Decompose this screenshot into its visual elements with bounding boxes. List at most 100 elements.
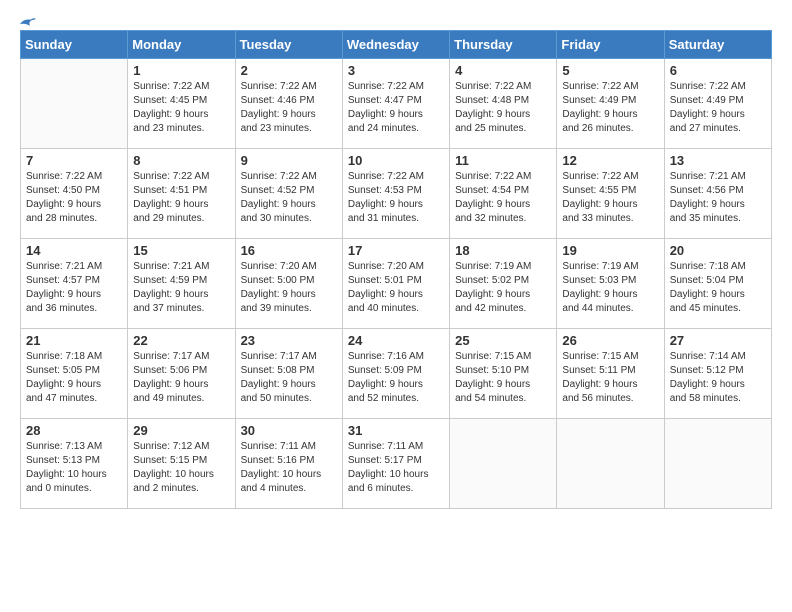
- calendar-cell: 16 Sunrise: 7:20 AM Sunset: 5:00 PM Dayli…: [235, 239, 342, 329]
- calendar-cell: 20Sunrise: 7:18 AM Sunset: 5:04 PM Dayli…: [664, 239, 771, 329]
- cell-content: Sunrise: 7:22 AM Sunset: 4:48 PM Dayligh…: [455, 80, 551, 136]
- calendar-cell: 9 Sunrise: 7:22 AM Sunset: 4:52 PM Daylig…: [235, 149, 342, 239]
- cell-content: Sunrise: 7:22 AM Sunset: 4:53 PM Dayligh…: [348, 170, 444, 226]
- calendar-table: SundayMondayTuesdayWednesdayThursdayFrid…: [20, 30, 772, 509]
- cell-content: Sunrise: 7:15 AM Sunset: 5:10 PM Dayligh…: [455, 350, 551, 406]
- cell-content: Sunrise: 7:21 AM Sunset: 4:57 PM Dayligh…: [26, 260, 122, 316]
- calendar-cell: [557, 419, 664, 509]
- calendar-week-1: 1 Sunrise: 7:22 AM Sunset: 4:45 PM Daylig…: [21, 59, 772, 149]
- cell-content: Sunrise: 7:17 AM Sunset: 5:06 PM Dayligh…: [133, 350, 229, 406]
- day-number: 18: [455, 243, 551, 258]
- cell-content: Sunrise: 7:22 AM Sunset: 4:46 PM Dayligh…: [241, 80, 337, 136]
- cell-content: Sunrise: 7:12 AM Sunset: 5:15 PM Dayligh…: [133, 440, 229, 496]
- day-number: 24: [348, 333, 444, 348]
- calendar-cell: 23Sunrise: 7:17 AM Sunset: 5:08 PM Dayli…: [235, 329, 342, 419]
- calendar-week-5: 28 Sunrise: 7:13 AM Sunset: 5:13 PM Dayli…: [21, 419, 772, 509]
- cell-content: Sunrise: 7:13 AM Sunset: 5:13 PM Dayligh…: [26, 440, 122, 496]
- calendar-cell: [450, 419, 557, 509]
- cell-content: Sunrise: 7:22 AM Sunset: 4:45 PM Dayligh…: [133, 80, 229, 136]
- day-number: 7: [26, 153, 122, 168]
- day-header-saturday: Saturday: [664, 31, 771, 59]
- calendar-cell: 10 Sunrise: 7:22 AM Sunset: 4:53 PM Dayli…: [342, 149, 449, 239]
- day-number: 20: [670, 243, 766, 258]
- day-number: 19: [562, 243, 658, 258]
- day-number: 5: [562, 63, 658, 78]
- calendar-cell: 6 Sunrise: 7:22 AM Sunset: 4:49 PM Daylig…: [664, 59, 771, 149]
- day-number: 31: [348, 423, 444, 438]
- calendar-cell: 31 Sunrise: 7:11 AM Sunset: 5:17 PM Dayli…: [342, 419, 449, 509]
- calendar-cell: 8 Sunrise: 7:22 AM Sunset: 4:51 PM Daylig…: [128, 149, 235, 239]
- cell-content: Sunrise: 7:22 AM Sunset: 4:49 PM Dayligh…: [562, 80, 658, 136]
- cell-content: Sunrise: 7:18 AM Sunset: 5:05 PM Dayligh…: [26, 350, 122, 406]
- cell-content: Sunrise: 7:22 AM Sunset: 4:49 PM Dayligh…: [670, 80, 766, 136]
- calendar-cell: 5 Sunrise: 7:22 AM Sunset: 4:49 PM Daylig…: [557, 59, 664, 149]
- calendar-cell: 27Sunrise: 7:14 AM Sunset: 5:12 PM Dayli…: [664, 329, 771, 419]
- calendar-week-4: 21 Sunrise: 7:18 AM Sunset: 5:05 PM Dayli…: [21, 329, 772, 419]
- calendar-cell: 21 Sunrise: 7:18 AM Sunset: 5:05 PM Dayli…: [21, 329, 128, 419]
- calendar-cell: 2Sunrise: 7:22 AM Sunset: 4:46 PM Daylig…: [235, 59, 342, 149]
- day-number: 30: [241, 423, 337, 438]
- cell-content: Sunrise: 7:19 AM Sunset: 5:02 PM Dayligh…: [455, 260, 551, 316]
- cell-content: Sunrise: 7:22 AM Sunset: 4:50 PM Dayligh…: [26, 170, 122, 226]
- day-number: 4: [455, 63, 551, 78]
- cell-content: Sunrise: 7:14 AM Sunset: 5:12 PM Dayligh…: [670, 350, 766, 406]
- cell-content: Sunrise: 7:11 AM Sunset: 5:16 PM Dayligh…: [241, 440, 337, 496]
- calendar-cell: 1 Sunrise: 7:22 AM Sunset: 4:45 PM Daylig…: [128, 59, 235, 149]
- day-number: 1: [133, 63, 229, 78]
- day-number: 23: [241, 333, 337, 348]
- calendar-week-2: 7 Sunrise: 7:22 AM Sunset: 4:50 PM Daylig…: [21, 149, 772, 239]
- calendar-cell: 28 Sunrise: 7:13 AM Sunset: 5:13 PM Dayli…: [21, 419, 128, 509]
- cell-content: Sunrise: 7:15 AM Sunset: 5:11 PM Dayligh…: [562, 350, 658, 406]
- cell-content: Sunrise: 7:21 AM Sunset: 4:56 PM Dayligh…: [670, 170, 766, 226]
- day-number: 29: [133, 423, 229, 438]
- cell-content: Sunrise: 7:22 AM Sunset: 4:52 PM Dayligh…: [241, 170, 337, 226]
- calendar-cell: 18 Sunrise: 7:19 AM Sunset: 5:02 PM Dayli…: [450, 239, 557, 329]
- cell-content: Sunrise: 7:22 AM Sunset: 4:47 PM Dayligh…: [348, 80, 444, 136]
- day-header-thursday: Thursday: [450, 31, 557, 59]
- day-number: 25: [455, 333, 551, 348]
- cell-content: Sunrise: 7:20 AM Sunset: 5:01 PM Dayligh…: [348, 260, 444, 316]
- calendar-cell: 26Sunrise: 7:15 AM Sunset: 5:11 PM Dayli…: [557, 329, 664, 419]
- day-header-monday: Monday: [128, 31, 235, 59]
- day-header-sunday: Sunday: [21, 31, 128, 59]
- cell-content: Sunrise: 7:21 AM Sunset: 4:59 PM Dayligh…: [133, 260, 229, 316]
- calendar-cell: 30 Sunrise: 7:11 AM Sunset: 5:16 PM Dayli…: [235, 419, 342, 509]
- day-number: 10: [348, 153, 444, 168]
- calendar-cell: [21, 59, 128, 149]
- calendar-cell: 29 Sunrise: 7:12 AM Sunset: 5:15 PM Dayli…: [128, 419, 235, 509]
- day-number: 28: [26, 423, 122, 438]
- day-number: 17: [348, 243, 444, 258]
- day-number: 22: [133, 333, 229, 348]
- day-header-wednesday: Wednesday: [342, 31, 449, 59]
- cell-content: Sunrise: 7:22 AM Sunset: 4:51 PM Dayligh…: [133, 170, 229, 226]
- calendar-cell: 14 Sunrise: 7:21 AM Sunset: 4:57 PM Dayli…: [21, 239, 128, 329]
- calendar-cell: 7 Sunrise: 7:22 AM Sunset: 4:50 PM Daylig…: [21, 149, 128, 239]
- day-number: 3: [348, 63, 444, 78]
- day-number: 6: [670, 63, 766, 78]
- calendar-cell: 24 Sunrise: 7:16 AM Sunset: 5:09 PM Dayli…: [342, 329, 449, 419]
- calendar-cell: 12 Sunrise: 7:22 AM Sunset: 4:55 PM Dayli…: [557, 149, 664, 239]
- calendar-cell: 11Sunrise: 7:22 AM Sunset: 4:54 PM Dayli…: [450, 149, 557, 239]
- day-header-tuesday: Tuesday: [235, 31, 342, 59]
- day-number: 8: [133, 153, 229, 168]
- cell-content: Sunrise: 7:16 AM Sunset: 5:09 PM Dayligh…: [348, 350, 444, 406]
- day-number: 13: [670, 153, 766, 168]
- calendar-cell: 15Sunrise: 7:21 AM Sunset: 4:59 PM Dayli…: [128, 239, 235, 329]
- day-number: 9: [241, 153, 337, 168]
- calendar-cell: 19 Sunrise: 7:19 AM Sunset: 5:03 PM Dayli…: [557, 239, 664, 329]
- day-number: 16: [241, 243, 337, 258]
- calendar-cell: 17 Sunrise: 7:20 AM Sunset: 5:01 PM Dayli…: [342, 239, 449, 329]
- day-number: 11: [455, 153, 551, 168]
- cell-content: Sunrise: 7:20 AM Sunset: 5:00 PM Dayligh…: [241, 260, 337, 316]
- day-number: 12: [562, 153, 658, 168]
- day-number: 21: [26, 333, 122, 348]
- cell-content: Sunrise: 7:11 AM Sunset: 5:17 PM Dayligh…: [348, 440, 444, 496]
- cell-content: Sunrise: 7:22 AM Sunset: 4:55 PM Dayligh…: [562, 170, 658, 226]
- day-number: 14: [26, 243, 122, 258]
- calendar-cell: [664, 419, 771, 509]
- cell-content: Sunrise: 7:19 AM Sunset: 5:03 PM Dayligh…: [562, 260, 658, 316]
- calendar-cell: 13 Sunrise: 7:21 AM Sunset: 4:56 PM Dayli…: [664, 149, 771, 239]
- calendar-week-3: 14 Sunrise: 7:21 AM Sunset: 4:57 PM Dayli…: [21, 239, 772, 329]
- calendar-cell: 25 Sunrise: 7:15 AM Sunset: 5:10 PM Dayli…: [450, 329, 557, 419]
- calendar-cell: 3 Sunrise: 7:22 AM Sunset: 4:47 PM Daylig…: [342, 59, 449, 149]
